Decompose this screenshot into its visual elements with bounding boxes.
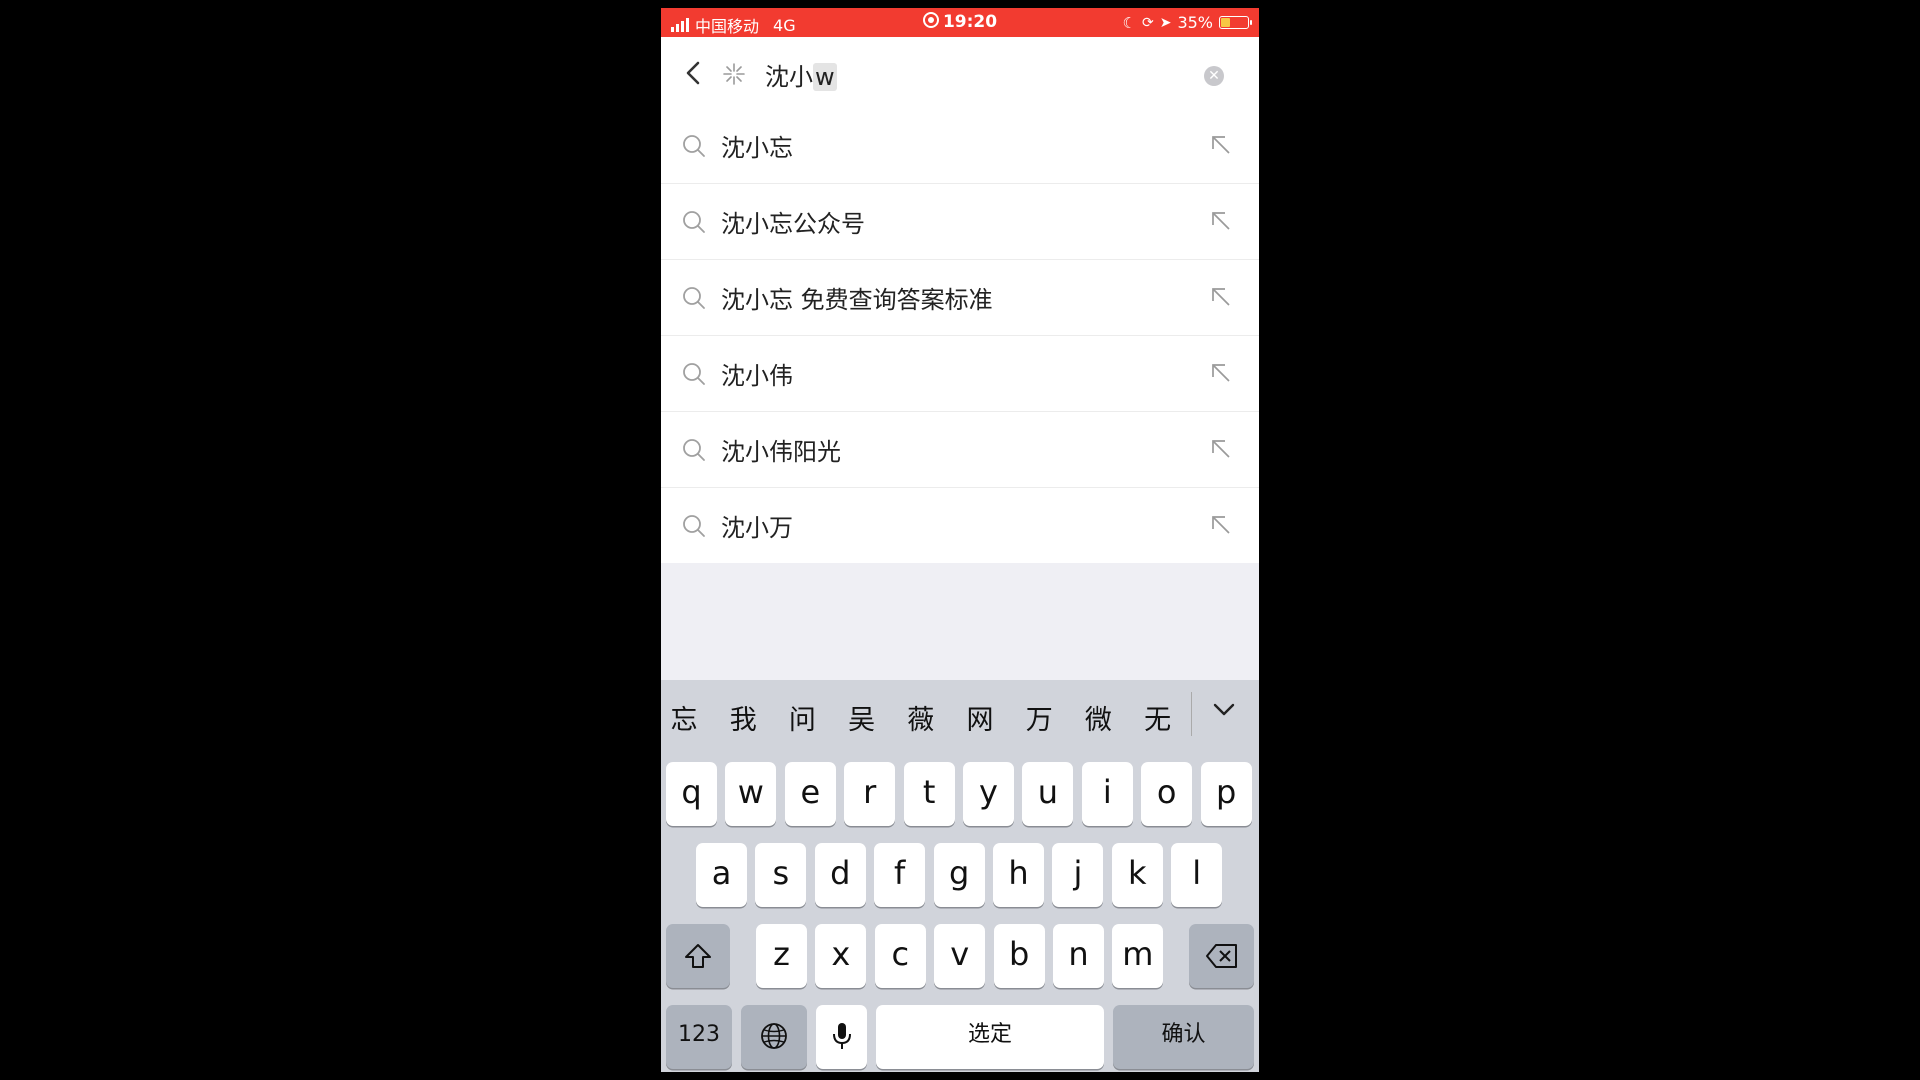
key-e[interactable]: e xyxy=(784,762,836,826)
candidate-word[interactable]: 万 xyxy=(1019,698,1059,737)
key-c[interactable]: c xyxy=(874,924,926,988)
key-k[interactable]: k xyxy=(1111,843,1163,907)
suggestion-label: 沈小万 xyxy=(721,514,793,542)
fill-arrow-icon[interactable] xyxy=(1209,437,1233,461)
moon-icon: ☾ xyxy=(1122,13,1136,32)
key-f[interactable]: f xyxy=(874,843,926,907)
sparkle-icon xyxy=(723,63,745,85)
key-u[interactable]: u xyxy=(1022,762,1074,826)
key-x[interactable]: x xyxy=(815,924,867,988)
back-button[interactable] xyxy=(683,59,705,87)
suggestion-label: 沈小伟 xyxy=(721,362,793,390)
chevron-down-icon[interactable] xyxy=(1209,698,1239,722)
numbers-key[interactable]: 123 xyxy=(666,1005,732,1069)
phone-screen: 中国移动 4G 19:20 ☾ ⟳ ➤ 35% 沈小w ✕ 沈小忘 沈小忘公众号… xyxy=(661,8,1259,1072)
backspace-icon xyxy=(1205,944,1237,968)
key-l[interactable]: l xyxy=(1171,843,1223,907)
suggestion-label: 沈小忘公众号 xyxy=(721,210,865,238)
candidate-bar: 忘我问吴薇网万微无 xyxy=(661,680,1259,744)
key-s[interactable]: s xyxy=(755,843,807,907)
candidate-word[interactable]: 忘 xyxy=(664,698,704,737)
time-label: 19:20 xyxy=(942,12,998,32)
candidate-word[interactable]: 吴 xyxy=(842,698,882,737)
microphone-icon xyxy=(832,1023,851,1049)
suggestion-list: 沈小忘沈小忘公众号沈小忘 免费查询答案标准 沈小伟沈小伟阳光沈小万 xyxy=(661,108,1259,563)
candidate-word[interactable]: 微 xyxy=(1078,698,1118,737)
query-composing: w xyxy=(813,63,837,91)
search-icon xyxy=(683,135,705,157)
candidate-word[interactable]: 薇 xyxy=(901,698,941,737)
key-m[interactable]: m xyxy=(1112,924,1164,988)
key-o[interactable]: o xyxy=(1141,762,1193,826)
key-r[interactable]: r xyxy=(844,762,896,826)
key-q[interactable]: q xyxy=(666,762,717,826)
backspace-key[interactable] xyxy=(1189,924,1254,988)
fill-arrow-icon[interactable] xyxy=(1209,285,1233,309)
key-j[interactable]: j xyxy=(1052,843,1104,907)
fill-arrow-icon[interactable] xyxy=(1209,513,1233,537)
shift-key[interactable] xyxy=(666,924,730,988)
suggestion-item[interactable]: 沈小忘 xyxy=(661,108,1259,184)
globe-key[interactable] xyxy=(741,1005,807,1069)
search-icon xyxy=(683,287,705,309)
key-p[interactable]: p xyxy=(1200,762,1252,826)
search-icon xyxy=(683,211,705,233)
battery-percent: 35% xyxy=(1177,13,1213,32)
shift-icon xyxy=(685,944,711,968)
candidate-word[interactable]: 我 xyxy=(723,698,763,737)
suggestion-item[interactable]: 沈小伟阳光 xyxy=(661,412,1259,488)
space-key[interactable]: 选定 xyxy=(876,1005,1104,1069)
globe-icon xyxy=(761,1023,787,1049)
battery-icon xyxy=(1219,16,1252,29)
key-w[interactable]: w xyxy=(725,762,777,826)
candidate-word[interactable]: 网 xyxy=(960,698,1000,737)
key-n[interactable]: n xyxy=(1053,924,1104,988)
keyboard: 忘我问吴薇网万微无 q w e r t y u i o p a s d f g h j k l z x c v b n m 123 选… xyxy=(661,680,1259,1072)
search-bar: 沈小w ✕ xyxy=(661,37,1259,109)
key-i[interactable]: i xyxy=(1081,762,1133,826)
recording-icon xyxy=(922,12,939,28)
confirm-key[interactable]: 确认 xyxy=(1113,1005,1254,1069)
suggestion-label: 沈小忘 xyxy=(721,134,793,162)
key-t[interactable]: t xyxy=(903,762,955,826)
search-icon xyxy=(683,363,705,385)
microphone-key[interactable] xyxy=(816,1005,867,1069)
suggestion-label: 沈小忘 免费查询答案标准 xyxy=(721,286,993,314)
fill-arrow-icon[interactable] xyxy=(1209,209,1233,233)
rotation-lock-icon: ⟳ xyxy=(1141,14,1154,31)
clear-input-button[interactable]: ✕ xyxy=(1204,66,1224,86)
key-v[interactable]: v xyxy=(934,924,986,988)
suggestion-item[interactable]: 沈小伟 xyxy=(661,336,1259,412)
location-icon: ➤ xyxy=(1159,14,1172,31)
suggestion-label: 沈小伟阳光 xyxy=(721,438,841,466)
suggestion-item[interactable]: 沈小万 xyxy=(661,488,1259,563)
fill-arrow-icon[interactable] xyxy=(1209,133,1233,157)
query-committed: 沈小 xyxy=(765,63,813,91)
search-icon xyxy=(683,515,705,537)
key-z[interactable]: z xyxy=(756,924,807,988)
key-h[interactable]: h xyxy=(993,843,1044,907)
fill-arrow-icon[interactable] xyxy=(1209,361,1233,385)
key-g[interactable]: g xyxy=(933,843,985,907)
key-d[interactable]: d xyxy=(814,843,866,907)
candidate-word[interactable]: 问 xyxy=(782,698,822,737)
key-y[interactable]: y xyxy=(963,762,1014,826)
key-a[interactable]: a xyxy=(696,843,747,907)
key-b[interactable]: b xyxy=(993,924,1045,988)
search-input[interactable]: 沈小w xyxy=(765,57,837,92)
search-icon xyxy=(683,439,705,461)
status-bar: 中国移动 4G 19:20 ☾ ⟳ ➤ 35% xyxy=(661,8,1259,37)
divider xyxy=(1191,692,1192,736)
chevron-left-icon xyxy=(686,61,700,85)
candidate-word[interactable]: 无 xyxy=(1138,698,1178,737)
close-icon: ✕ xyxy=(1208,68,1220,84)
suggestion-item[interactable]: 沈小忘 免费查询答案标准 xyxy=(661,260,1259,336)
suggestion-item[interactable]: 沈小忘公众号 xyxy=(661,184,1259,260)
